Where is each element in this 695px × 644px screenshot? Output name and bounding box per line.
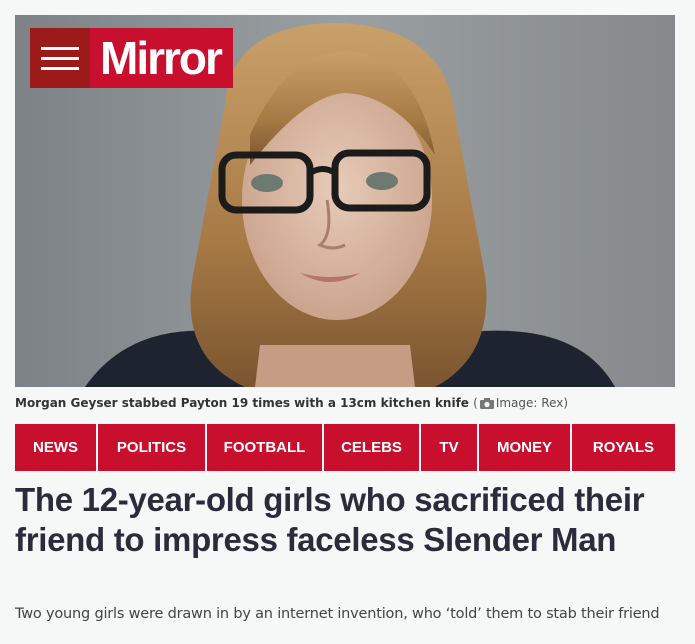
hamburger-menu-icon[interactable]: [30, 28, 90, 88]
image-credit: (Image: Rex): [473, 396, 569, 410]
article-standfirst: Two young girls were drawn in by an inte…: [15, 606, 660, 622]
nav-news[interactable]: NEWS: [15, 424, 96, 471]
nav-politics[interactable]: POLITICS: [98, 424, 205, 471]
camera-icon: [479, 398, 494, 409]
nav-football[interactable]: FOOTBALL: [207, 424, 322, 471]
nav-royals[interactable]: ROYALS: [572, 424, 675, 471]
article-headline: The 12-year-old girls who sacrificed the…: [15, 481, 645, 558]
mirror-logo[interactable]: Mirror: [90, 28, 233, 88]
site-header: Mirror: [30, 28, 233, 88]
nav-celebs[interactable]: CELEBS: [324, 424, 419, 471]
section-nav: NEWS POLITICS FOOTBALL CELEBS TV MONEY R…: [15, 424, 675, 471]
caption-text: Morgan Geyser stabbed Payton 19 times wi…: [15, 396, 469, 410]
image-caption: Morgan Geyser stabbed Payton 19 times wi…: [15, 396, 568, 410]
nav-money[interactable]: MONEY: [479, 424, 570, 471]
nav-tv[interactable]: TV: [421, 424, 477, 471]
credit-text: Image: Rex: [495, 396, 564, 410]
